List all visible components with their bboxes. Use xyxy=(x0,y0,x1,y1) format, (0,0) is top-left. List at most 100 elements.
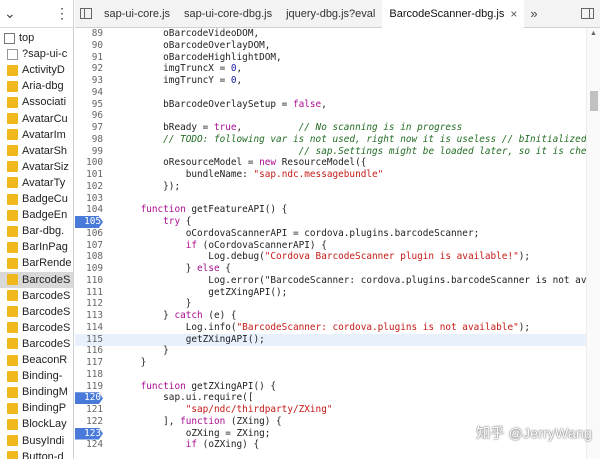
tree-item[interactable]: BarcodeS xyxy=(0,288,73,304)
code-line[interactable]: 104 function getFeatureAPI() { xyxy=(75,204,600,216)
line-number[interactable]: 95 xyxy=(75,99,103,111)
line-number[interactable]: 107 xyxy=(75,240,103,252)
code-line[interactable]: 105 try { xyxy=(75,216,600,228)
line-number[interactable]: 103 xyxy=(75,193,103,205)
code-line[interactable]: 92 imgTruncX = 0, xyxy=(75,63,600,75)
line-number[interactable]: 106 xyxy=(75,228,103,240)
tree-item[interactable]: BarcodeS xyxy=(0,271,73,288)
line-number[interactable]: 101 xyxy=(75,169,103,181)
line-number[interactable]: 108 xyxy=(75,251,103,263)
code-line[interactable]: 91 oBarcodeHighlightDOM, xyxy=(75,52,600,64)
line-number[interactable]: 117 xyxy=(75,357,103,369)
more-tabs-icon[interactable]: » xyxy=(524,6,543,21)
tree-item[interactable]: BindingM xyxy=(0,384,73,400)
tree-item[interactable]: AvatarCu xyxy=(0,111,73,127)
line-number[interactable]: 118 xyxy=(75,369,103,381)
code-line[interactable]: 112 } xyxy=(75,298,600,310)
tree-item[interactable]: BindingP xyxy=(0,400,73,416)
tree-item[interactable]: Aria-dbg xyxy=(0,78,73,94)
toggle-debugger-icon[interactable] xyxy=(581,8,594,19)
code-line[interactable]: 90 oBarcodeOverlayDOM, xyxy=(75,40,600,52)
scrollbar-thumb[interactable] xyxy=(590,91,598,111)
breakpoint-marker[interactable]: 123 xyxy=(75,427,103,440)
code-line[interactable]: 96 xyxy=(75,110,600,122)
code-line[interactable]: 100 oResourceModel = new ResourceModel({ xyxy=(75,157,600,169)
code-editor[interactable]: 89 oBarcodeVideoDOM, 90 oBarcodeOverlayDO… xyxy=(75,28,600,459)
tree-item[interactable]: BarcodeS xyxy=(0,304,73,320)
chevron-down-icon[interactable]: ⌄ xyxy=(4,5,16,22)
line-number[interactable]: 115 xyxy=(75,334,103,346)
tree-item[interactable]: AvatarIm xyxy=(0,127,73,143)
line-number[interactable]: 91 xyxy=(75,52,103,64)
line-number[interactable]: 93 xyxy=(75,75,103,87)
breakpoint-marker[interactable]: 120 xyxy=(75,392,103,405)
code-line[interactable]: 114 Log.info("BarcodeScanner: cordova.pl… xyxy=(75,322,600,334)
tree-item[interactable]: BusyIndi xyxy=(0,433,73,449)
breakpoint-marker[interactable]: 105 xyxy=(75,216,103,228)
code-line[interactable]: 110 Log.error("BarcodeScanner: cordova.p… xyxy=(75,275,600,287)
tree-item[interactable]: BadgeEn xyxy=(0,207,73,223)
tree-item-top[interactable]: top xyxy=(0,30,73,46)
line-number[interactable]: 112 xyxy=(75,298,103,310)
code-line[interactable]: 98 // TODO: following var is not used, r… xyxy=(75,134,600,146)
tree-item[interactable]: Binding- xyxy=(0,368,73,384)
line-number[interactable]: 122 xyxy=(75,416,103,428)
line-number[interactable]: 110 xyxy=(75,275,103,287)
line-number[interactable]: 99 xyxy=(75,146,103,158)
tab-file[interactable]: sap-ui-core-dbg.js xyxy=(177,0,279,28)
code-line[interactable]: 121 "sap/ndc/thirdparty/ZXing" xyxy=(75,404,600,416)
line-number[interactable]: 97 xyxy=(75,122,103,134)
line-number[interactable]: 113 xyxy=(75,310,103,322)
tree-item[interactable]: AvatarTy xyxy=(0,175,73,191)
tree-item[interactable]: BarcodeS xyxy=(0,336,73,352)
tab-file[interactable]: BarcodeScanner-dbg.js × xyxy=(382,0,525,28)
tab-file[interactable]: sap-ui-core.js xyxy=(97,0,177,28)
line-number[interactable]: 98 xyxy=(75,134,103,146)
more-options-icon[interactable]: ⋮ xyxy=(55,5,69,22)
code-line[interactable]: 94 xyxy=(75,87,600,99)
line-number[interactable]: 90 xyxy=(75,40,103,52)
line-number[interactable]: 89 xyxy=(75,28,103,40)
tree-item[interactable]: AvatarSh xyxy=(0,143,73,159)
line-number[interactable]: 124 xyxy=(75,439,103,451)
tree-item[interactable]: Bar-dbg. xyxy=(0,223,73,239)
tree-item[interactable]: Associati xyxy=(0,94,73,110)
code-line[interactable]: 118 xyxy=(75,369,600,381)
code-line[interactable]: 111 getZXingAPI(); xyxy=(75,287,600,299)
code-line[interactable]: 115 getZXingAPI(); xyxy=(75,333,600,346)
code-line[interactable]: 106 oCordovaScannerAPI = cordova.plugins… xyxy=(75,228,600,240)
line-number[interactable]: 96 xyxy=(75,110,103,122)
line-number[interactable]: 94 xyxy=(75,87,103,99)
tree-item[interactable]: Button-d xyxy=(0,449,73,459)
tree-item[interactable]: BeaconR xyxy=(0,352,73,368)
code-line[interactable]: 108 Log.debug("Cordova BarcodeScanner pl… xyxy=(75,251,600,263)
code-line[interactable]: 99 // sap.Settings might be loaded later… xyxy=(75,146,600,158)
editor-scrollbar[interactable]: ▲ xyxy=(586,28,600,459)
tree-item[interactable]: BadgeCu xyxy=(0,191,73,207)
line-number[interactable]: 121 xyxy=(75,404,103,416)
toggle-navigator-button[interactable] xyxy=(75,0,97,28)
line-number[interactable]: 109 xyxy=(75,263,103,275)
tree-item[interactable]: ?sap-ui-c xyxy=(0,46,73,62)
line-number[interactable]: 119 xyxy=(75,381,103,393)
code-line[interactable]: 103 xyxy=(75,193,600,205)
code-line[interactable]: 119 function getZXingAPI() { xyxy=(75,381,600,393)
tree-item[interactable]: ActivityD xyxy=(0,62,73,78)
line-number[interactable]: 114 xyxy=(75,322,103,334)
code-line[interactable]: 109 } else { xyxy=(75,263,600,275)
line-number[interactable]: 111 xyxy=(75,287,103,299)
scroll-up-icon[interactable]: ▲ xyxy=(590,30,597,37)
code-line[interactable]: 101 bundleName: "sap.ndc.messagebundle" xyxy=(75,169,600,181)
tree-item[interactable]: AvatarSiz xyxy=(0,159,73,175)
code-line[interactable]: 113 } catch (e) { xyxy=(75,310,600,322)
code-line[interactable]: 95 bBarcodeOverlaySetup = false, xyxy=(75,99,600,111)
tree-item[interactable]: BlockLay xyxy=(0,416,73,432)
close-tab-icon[interactable]: × xyxy=(510,7,517,21)
code-line[interactable]: 120 sap.ui.require([ xyxy=(75,392,600,405)
tab-file[interactable]: jquery-dbg.js?eval xyxy=(279,0,382,28)
code-line[interactable]: 97 bReady = true, // No scanning is in p… xyxy=(75,122,600,134)
code-line[interactable]: 93 imgTruncY = 0, xyxy=(75,75,600,87)
code-line[interactable]: 107 if (oCordovaScannerAPI) { xyxy=(75,240,600,252)
code-line[interactable]: 102 }); xyxy=(75,181,600,193)
code-line[interactable]: 117 } xyxy=(75,357,600,369)
